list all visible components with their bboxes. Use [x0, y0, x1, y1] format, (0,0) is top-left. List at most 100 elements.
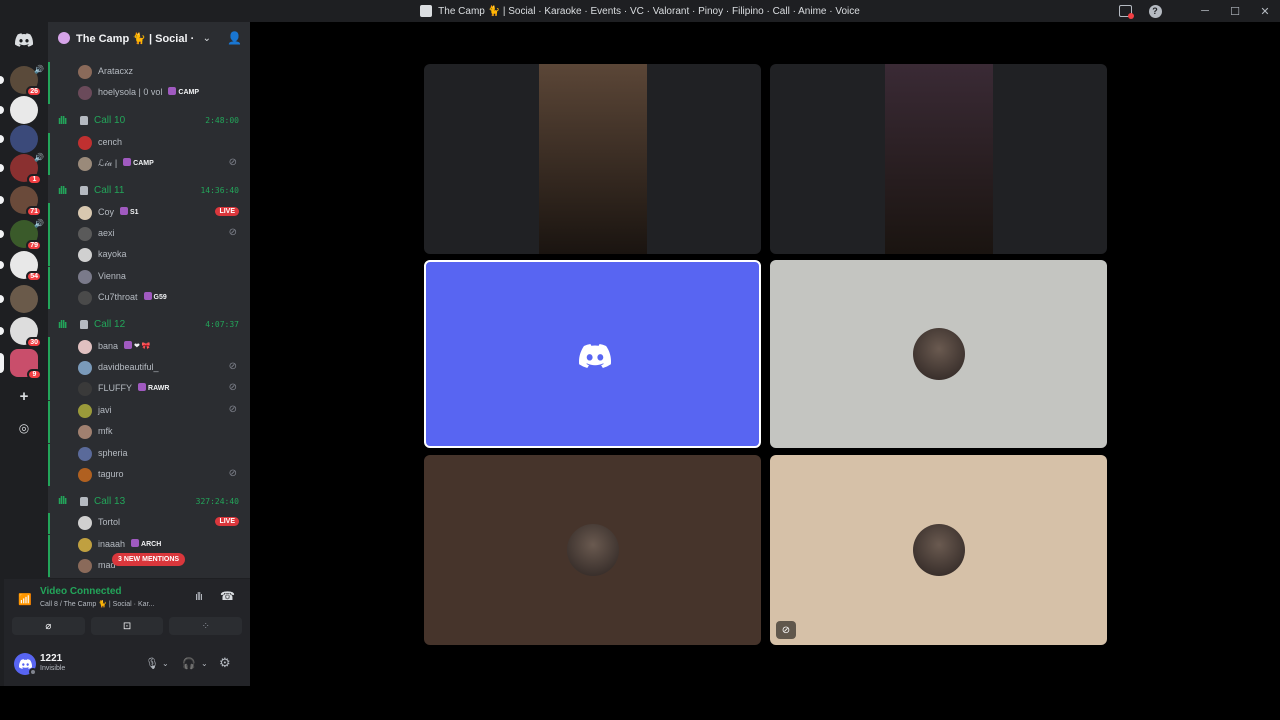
user-name[interactable]: 1221 [40, 653, 62, 664]
server-tag: CAMP [121, 158, 156, 167]
video-tile-4[interactable] [770, 260, 1107, 448]
new-mentions-pill[interactable]: 3 NEW MENTIONS [112, 553, 186, 566]
video-tile-2[interactable] [770, 64, 1107, 254]
avatar[interactable] [78, 403, 92, 418]
user-status[interactable]: Invisible [40, 665, 65, 672]
server-tag: ❤ 🎀 [122, 340, 153, 350]
voice-tree-line [48, 336, 50, 358]
avatar[interactable] [78, 516, 92, 531]
minimize-button[interactable]: ─ [1190, 0, 1220, 22]
voice-location[interactable]: Call 8 / The Camp 🐈 | Social · Kar... [40, 600, 190, 608]
close-button[interactable]: ✕ [1250, 0, 1280, 22]
avatar[interactable] [78, 361, 92, 375]
voice-user-row[interactable]: Vienna [48, 266, 250, 288]
server-icon-5[interactable]: 71 [0, 186, 42, 217]
call-duration: 2:48:00 [205, 116, 239, 126]
user-name-text: kayoka [98, 249, 127, 260]
avatar[interactable] [78, 65, 92, 79]
avatar[interactable] [78, 227, 92, 241]
voice-user-row[interactable]: davidbeautiful_ ⊘ [48, 358, 250, 379]
voice-tree-line [48, 224, 50, 245]
voice-user-name: hoelysola | 0 vol CAMP [98, 87, 201, 97]
voice-user-row[interactable]: hoelysola | 0 vol CAMP [48, 83, 250, 105]
voice-user-row[interactable]: spheria [48, 443, 250, 465]
server-icon-2[interactable] [0, 96, 38, 124]
avatar[interactable] [78, 537, 92, 552]
voice-channel-call-11[interactable]: ıllı Call 11 14:36:40 [48, 181, 250, 201]
avatar[interactable] [78, 86, 92, 101]
mention-badge: 54 [26, 271, 42, 282]
avatar[interactable] [78, 291, 92, 306]
mic-icon[interactable]: 🎙 [145, 657, 159, 670]
voice-user-row[interactable]: kayoka [48, 245, 250, 267]
discover-button[interactable]: ◎ [14, 418, 34, 438]
avatar[interactable] [78, 559, 92, 574]
avatar[interactable] [78, 446, 92, 461]
avatar[interactable] [78, 205, 92, 220]
video-tile-3[interactable] [424, 260, 761, 448]
settings-gear-icon[interactable]: ⚙ [219, 655, 231, 671]
video-tile-5[interactable] [424, 455, 761, 645]
camera-off-button[interactable]: ⌀ [12, 617, 85, 635]
voice-user-row[interactable]: Coy S1 LIVE [48, 202, 250, 224]
activities-button[interactable]: ⁘ [169, 617, 243, 635]
lock-icon [80, 496, 88, 506]
voice-tree-line [48, 154, 50, 176]
voice-channel-call-13[interactable]: ıllı Call 13 327:24:40 [48, 491, 250, 511]
server-icon-8[interactable] [0, 285, 38, 313]
voice-user-row[interactable]: Cu7throat G59 [48, 288, 250, 310]
server-icon-10[interactable]: 9 [0, 349, 42, 380]
voice-user-row[interactable]: javi ⊘ [48, 400, 250, 422]
voice-user-row[interactable]: Aratacxz [48, 62, 250, 83]
server-icon-6[interactable]: 🔊 79 [0, 219, 44, 251]
maximize-button[interactable]: ☐ [1220, 0, 1250, 22]
audio-options-chevron-icon[interactable]: ⌄ [201, 659, 208, 668]
voice-user-row[interactable]: taguro ⊘ [48, 465, 250, 486]
server-tag-text: G59 [153, 294, 167, 302]
video-tile-6[interactable]: ⊘ [770, 455, 1107, 645]
window-title: The Camp 🐈 | Social · Karaoke · Events ·… [438, 5, 860, 17]
voice-status[interactable]: Video Connected [40, 586, 122, 597]
home-button[interactable] [12, 28, 36, 52]
server-icon-7[interactable]: 54 [0, 251, 42, 282]
avatar[interactable] [78, 468, 92, 482]
mic-options-chevron-icon[interactable]: ⌄ [162, 659, 169, 668]
voice-user-row[interactable]: Tortol LIVE [48, 513, 250, 535]
avatar[interactable] [78, 339, 92, 354]
avatar[interactable] [78, 248, 92, 263]
avatar[interactable] [78, 425, 92, 440]
avatar[interactable] [78, 135, 92, 150]
server-icon-3[interactable] [0, 125, 38, 153]
voice-channel-call-10[interactable]: ıllı Call 10 2:48:00 [48, 111, 250, 131]
server-icon-1[interactable]: 🔊 26 [0, 65, 44, 97]
add-server-button[interactable]: + [14, 386, 34, 406]
signal-icon[interactable]: 📶 [18, 593, 32, 606]
voice-user-row[interactable]: cench [48, 132, 250, 154]
avatar[interactable] [78, 157, 92, 172]
server-icon-9[interactable]: 30 [0, 317, 42, 348]
noise-suppression-icon[interactable]: ıllı [195, 591, 203, 603]
speaker-icon: 🔊 [34, 153, 44, 162]
voice-user-row[interactable]: FLUFFY RAWR ⊘ [48, 379, 250, 401]
headphones-icon[interactable]: 🎧 [182, 657, 196, 670]
voice-user-row[interactable]: aexi ⊘ [48, 224, 250, 245]
help-button[interactable]: ? [1140, 0, 1170, 22]
voice-user-row[interactable]: mfk [48, 422, 250, 444]
avatar[interactable] [78, 269, 92, 284]
voice-tree-line [48, 358, 50, 379]
server-icon-4[interactable]: 🔊 1 [0, 153, 44, 185]
unread-pill [0, 164, 4, 172]
voice-user-row[interactable]: ℒ𝒾𝒶 | CAMP ⊘ [48, 154, 250, 176]
avatar[interactable] [78, 382, 92, 397]
guild-header[interactable]: The Camp 🐈 | Social · ... ⌄ 👤 [48, 22, 250, 54]
voice-channel-call-12[interactable]: ıllı Call 12 4:07:37 [48, 315, 250, 335]
video-tile-1[interactable] [424, 64, 761, 254]
disconnect-icon[interactable]: ☎ [220, 589, 235, 603]
voice-user-row[interactable]: bana ❤ 🎀 [48, 336, 250, 358]
inbox-button[interactable] [1110, 0, 1140, 22]
server-tag-text: S1 [130, 208, 139, 216]
voice-user-name: inaaah ARCH [98, 538, 163, 549]
invite-icon[interactable]: 👤 [227, 31, 242, 45]
screen-share-button[interactable]: ⊡ [90, 617, 164, 635]
voice-user-row[interactable]: inaaah ARCH [48, 534, 250, 556]
